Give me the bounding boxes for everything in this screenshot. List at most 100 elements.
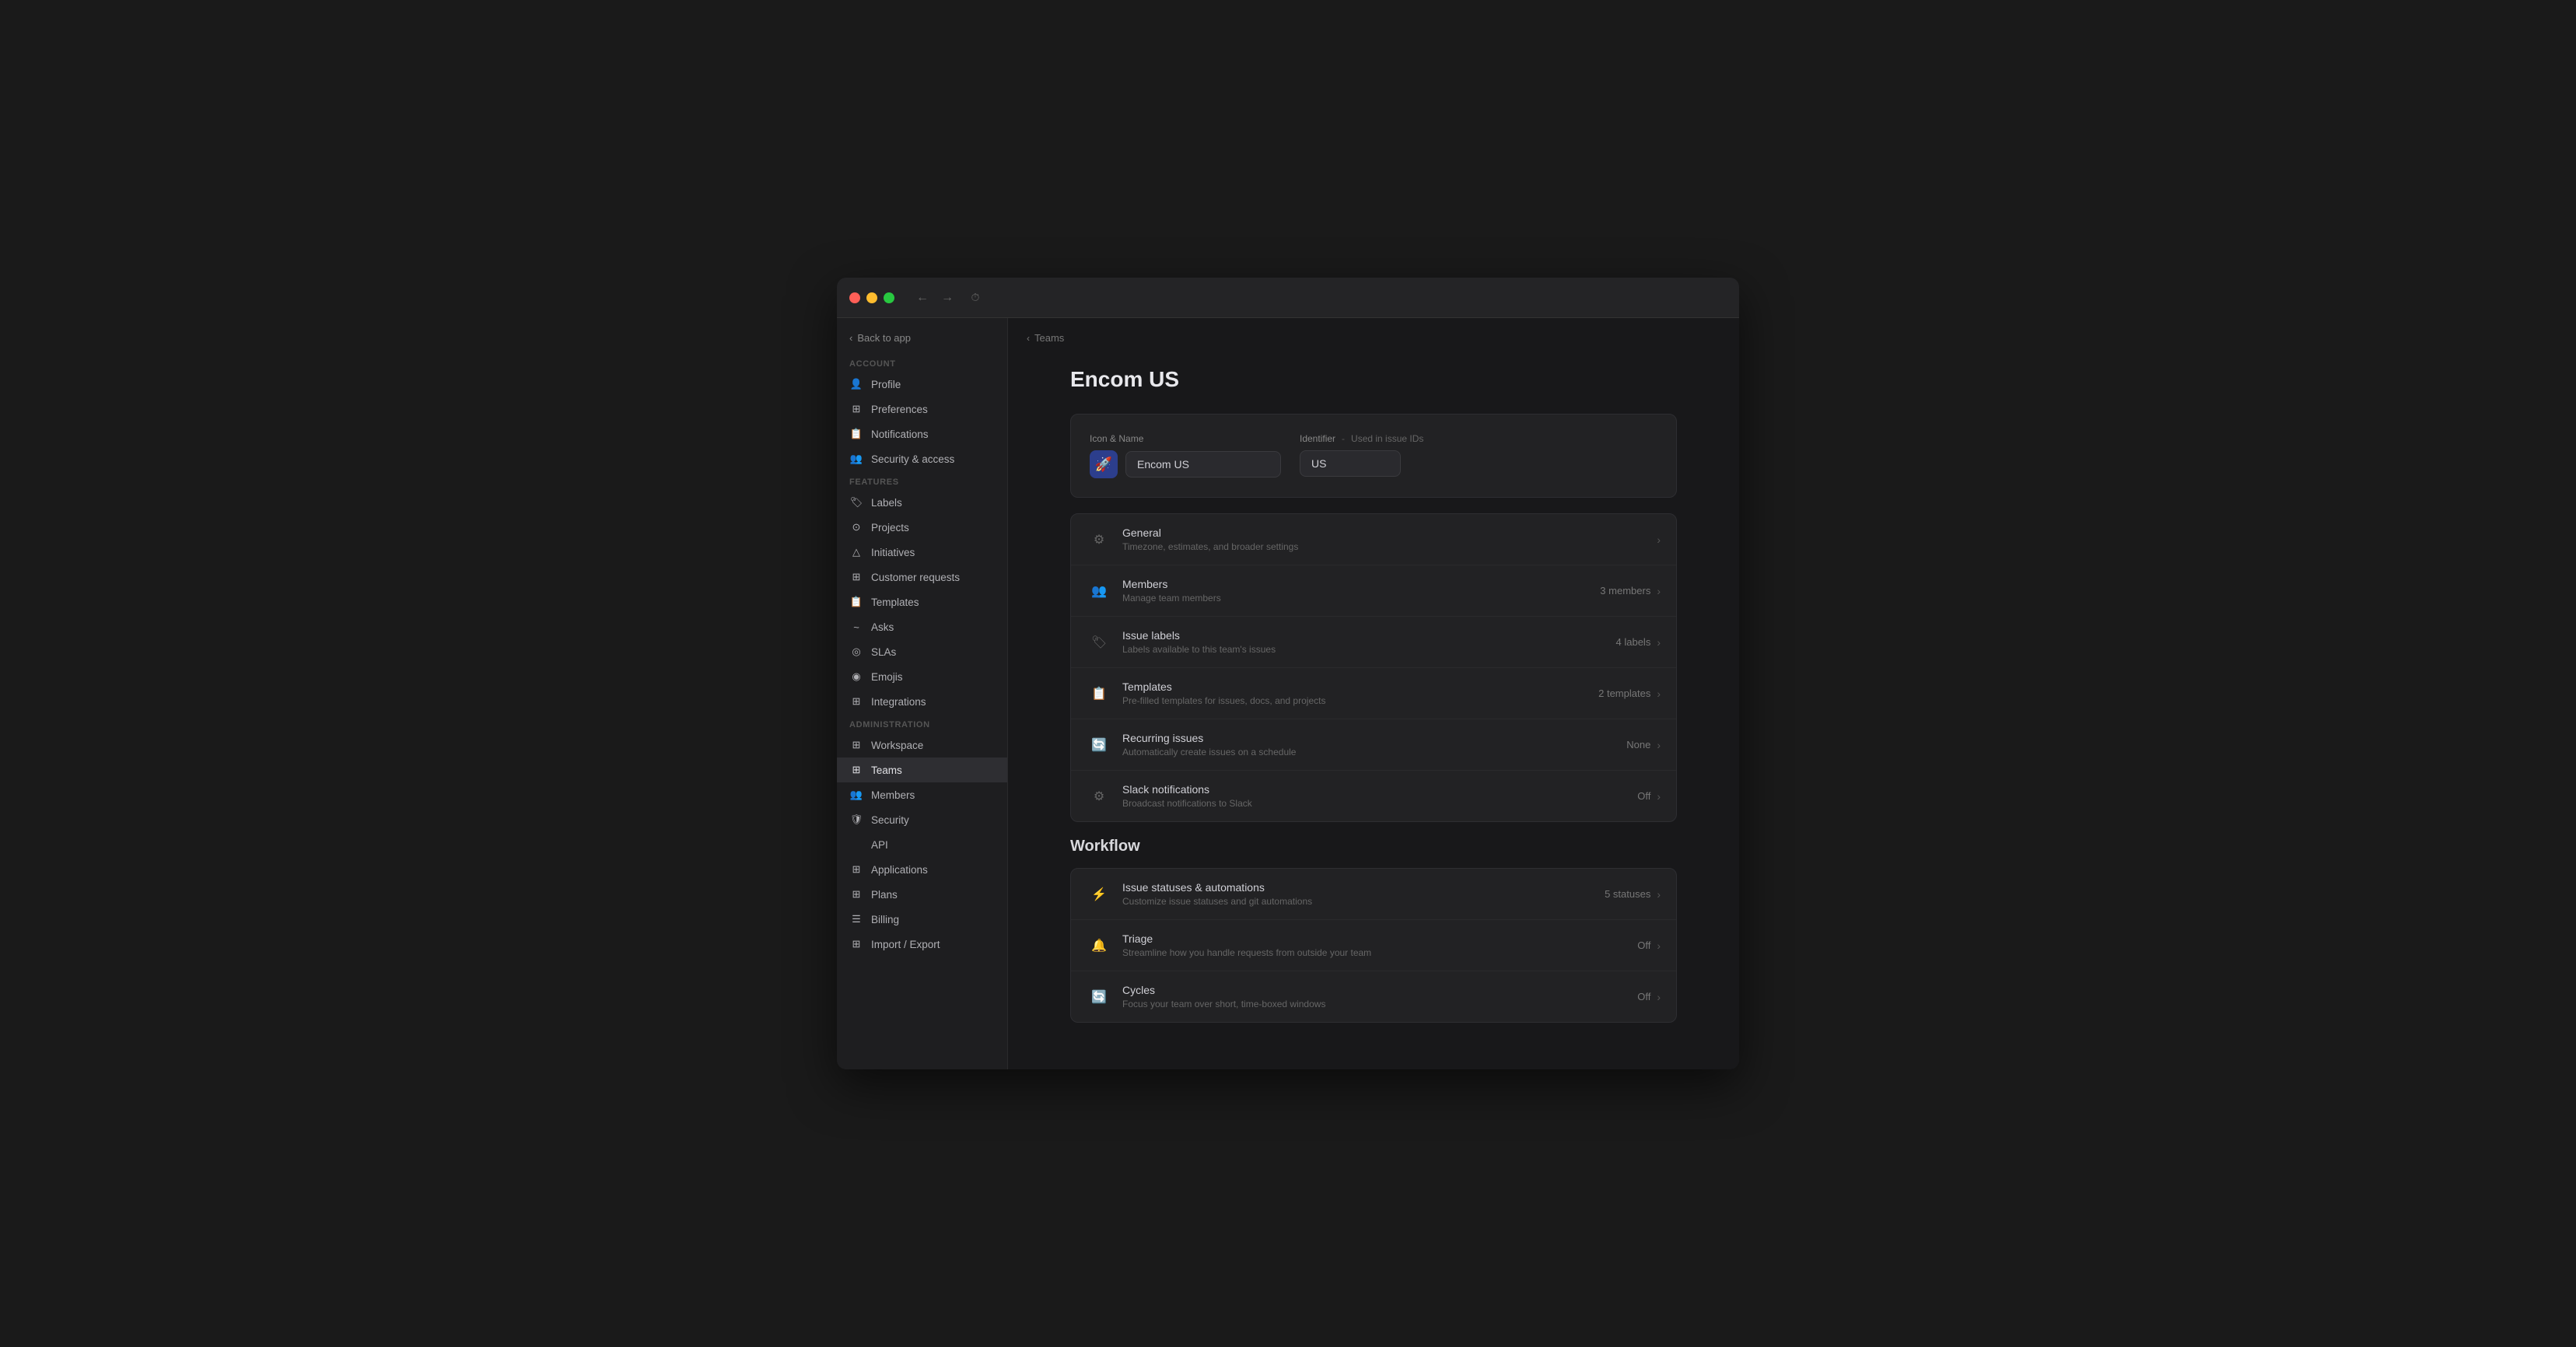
settings-title-recurring-issues: Recurring issues [1122,732,1626,744]
main-content: ‹ Teams Encom US Icon & Name 🚀 [1008,318,1739,1069]
sidebar-label-slas: SLAs [871,646,896,658]
settings-title-triage: Triage [1122,932,1637,945]
sidebar-icon-profile: 👤 [849,377,863,391]
history-button[interactable]: ⏱ [966,289,985,307]
settings-value-slack-notifications: Off [1637,790,1650,802]
sidebar-item-import-export[interactable]: ⊞ Import / Export [837,932,1007,957]
content-area: ‹ Back to app Account 👤 Profile ⊞ Prefer… [837,318,1739,1069]
settings-item-triage[interactable]: 🔔 Triage Streamline how you handle reque… [1071,920,1676,971]
settings-value-recurring-issues: None [1626,739,1650,750]
sidebar-icon-api [849,838,863,852]
settings-icon-slack-notifications: ⚙ [1087,784,1111,809]
settings-item-cycles[interactable]: 🔄 Cycles Focus your team over short, tim… [1071,971,1676,1022]
sidebar-icon-labels: 🏷 [849,495,863,509]
sidebar-item-slas[interactable]: ◎ SLAs [837,639,1007,664]
identifier-input[interactable] [1300,450,1401,477]
sidebar-icon-workspace: ⊞ [849,738,863,752]
sidebar-item-integrations[interactable]: ⊞ Integrations [837,689,1007,714]
breadcrumb-back-arrow: ‹ [1027,333,1030,344]
close-button[interactable] [849,292,860,303]
settings-item-templates[interactable]: 📋 Templates Pre-filled templates for iss… [1071,668,1676,719]
sidebar-item-initiatives[interactable]: △ Initiatives [837,540,1007,565]
sidebar-label-api: API [871,839,888,851]
sidebar-item-emojis[interactable]: ◉ Emojis [837,664,1007,689]
breadcrumb: ‹ Teams [1008,318,1739,352]
settings-text-cycles: Cycles Focus your team over short, time-… [1122,984,1637,1009]
settings-text-slack-notifications: Slack notifications Broadcast notificati… [1122,783,1637,809]
sidebar-item-preferences[interactable]: ⊞ Preferences [837,397,1007,422]
sidebar-item-labels[interactable]: 🏷 Labels [837,490,1007,515]
icon-name-label: Icon & Name [1090,433,1281,444]
page-content: Encom US Icon & Name 🚀 [1008,352,1739,1069]
sidebar-label-teams: Teams [871,764,902,776]
settings-text-recurring-issues: Recurring issues Automatically create is… [1122,732,1626,757]
administration-nav: ⊞ Workspace ⊞ Teams 👥 Members 🛡 Security… [837,733,1007,957]
sidebar-item-notifications[interactable]: 📋 Notifications [837,422,1007,446]
sidebar-item-profile[interactable]: 👤 Profile [837,372,1007,397]
sidebar-item-billing[interactable]: ☰ Billing [837,907,1007,932]
sidebar-item-templates[interactable]: 📋 Templates [837,590,1007,614]
sidebar-item-projects[interactable]: ⊙ Projects [837,515,1007,540]
settings-title-cycles: Cycles [1122,984,1637,996]
back-nav-button[interactable]: ← [913,289,932,307]
sidebar-icon-preferences: ⊞ [849,402,863,416]
settings-right-triage: Off › [1637,939,1661,952]
workflow-title: Workflow [1070,838,1677,855]
settings-item-recurring-issues[interactable]: 🔄 Recurring issues Automatically create … [1071,719,1676,771]
sidebar-label-preferences: Preferences [871,404,928,415]
settings-icon-issue-statuses: ⚡ [1087,882,1111,907]
settings-title-issue-labels: Issue labels [1122,629,1616,642]
settings-icon-cycles: 🔄 [1087,985,1111,1009]
breadcrumb-teams-link[interactable]: Teams [1034,332,1064,344]
settings-text-issue-statuses: Issue statuses & automations Customize i… [1122,881,1605,907]
settings-title-issue-statuses: Issue statuses & automations [1122,881,1605,894]
settings-item-issue-labels[interactable]: 🏷 Issue labels Labels available to this … [1071,617,1676,668]
account-nav: 👤 Profile ⊞ Preferences 📋 Notifications … [837,372,1007,471]
chevron-icon-slack-notifications: › [1657,790,1661,803]
sidebar-label-notifications: Notifications [871,429,929,440]
identifier-sublabel: Used in issue IDs [1351,433,1423,444]
settings-item-issue-statuses[interactable]: ⚡ Issue statuses & automations Customize… [1071,869,1676,920]
back-to-app-button[interactable]: ‹ Back to app [837,327,1007,353]
sidebar-icon-applications: ⊞ [849,862,863,876]
settings-title-members: Members [1122,578,1600,590]
chevron-icon-templates: › [1657,687,1661,700]
back-to-app-label: Back to app [857,332,911,344]
sidebar-label-applications: Applications [871,864,928,876]
settings-right-general: › [1657,534,1661,546]
settings-list: ⚙ General Timezone, estimates, and broad… [1070,513,1677,822]
icon-name-field: Icon & Name 🚀 [1090,433,1281,478]
sidebar-item-security[interactable]: 🛡 Security [837,807,1007,832]
sidebar-item-applications[interactable]: ⊞ Applications [837,857,1007,882]
sidebar-item-asks[interactable]: ~ Asks [837,614,1007,639]
titlebar: ← → ⏱ [837,278,1739,318]
settings-desc-templates: Pre-filled templates for issues, docs, a… [1122,695,1598,706]
minimize-button[interactable] [866,292,877,303]
settings-item-slack-notifications[interactable]: ⚙ Slack notifications Broadcast notifica… [1071,771,1676,821]
sidebar-icon-customer-requests: ⊞ [849,570,863,584]
icon-name-input-row: 🚀 [1090,450,1281,478]
fullscreen-button[interactable] [884,292,894,303]
account-section-label: Account [837,353,1007,372]
sidebar-icon-slas: ◎ [849,645,863,659]
settings-item-general[interactable]: ⚙ General Timezone, estimates, and broad… [1071,514,1676,565]
team-icon-button[interactable]: 🚀 [1090,450,1118,478]
sidebar-item-security-access[interactable]: 👥 Security & access [837,446,1007,471]
sidebar-item-customer-requests[interactable]: ⊞ Customer requests [837,565,1007,590]
sidebar-item-plans[interactable]: ⊞ Plans [837,882,1007,907]
sidebar-icon-members: 👥 [849,788,863,802]
sidebar-item-members[interactable]: 👥 Members [837,782,1007,807]
sidebar-label-security: Security [871,814,909,826]
back-arrow-icon: ‹ [849,332,852,344]
forward-nav-button[interactable]: → [938,289,957,307]
sidebar-icon-import-export: ⊞ [849,937,863,951]
sidebar-icon-emojis: ◉ [849,670,863,684]
sidebar-item-workspace[interactable]: ⊞ Workspace [837,733,1007,757]
settings-value-issue-statuses: 5 statuses [1605,888,1650,900]
settings-text-issue-labels: Issue labels Labels available to this te… [1122,629,1616,655]
settings-right-members: 3 members › [1600,585,1661,597]
settings-item-members[interactable]: 👥 Members Manage team members 3 members … [1071,565,1676,617]
team-name-input[interactable] [1125,451,1281,478]
sidebar-item-api[interactable]: API [837,832,1007,857]
sidebar-item-teams[interactable]: ⊞ Teams [837,757,1007,782]
